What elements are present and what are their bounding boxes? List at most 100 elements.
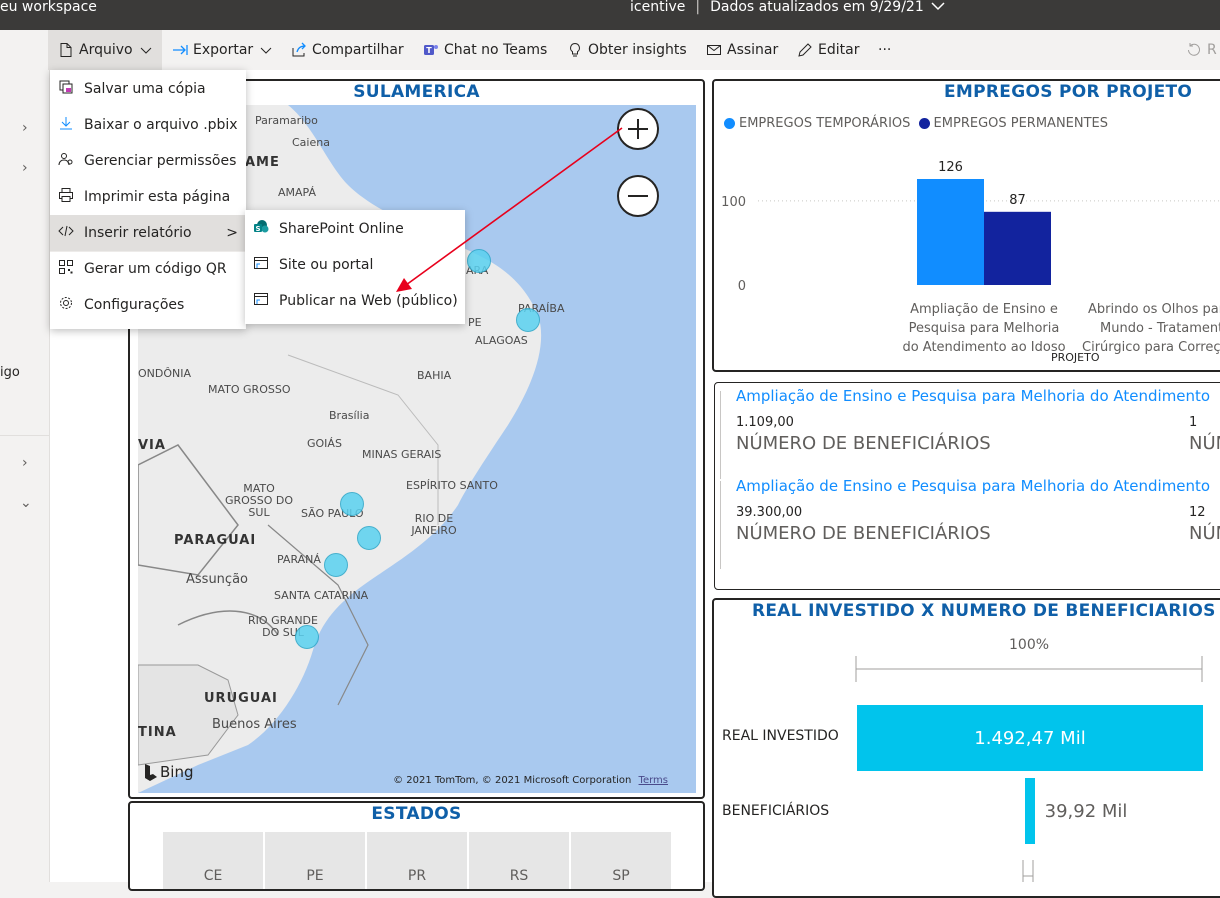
gear-icon: [58, 295, 74, 315]
states-visual[interactable]: ESTADOS CE PE PR RS SP: [128, 801, 705, 891]
share-button[interactable]: Compartilhar: [291, 30, 404, 70]
data-updated-label[interactable]: Dados atualizados em 9/29/21: [710, 0, 924, 15]
map-label: ESPÍRITO SANTO: [406, 479, 498, 492]
file-menu-item[interactable]: Gerar um código QR: [50, 251, 246, 287]
copyright-text: © 2021 TomTom, © 2021 Microsoft Corporat…: [393, 775, 632, 786]
minus-icon: [628, 195, 648, 197]
map-label: Buenos Aires: [212, 717, 297, 732]
zoom-in-button[interactable]: [617, 108, 659, 150]
jobs-chart-visual[interactable]: EMPREGOS POR PROJETO EMPREGOS TEMPORÁRIO…: [712, 79, 1220, 372]
file-menu-item-label: Baixar o arquivo .pbix: [84, 117, 238, 133]
website-icon: [253, 255, 269, 275]
funnel-row-label: REAL INVESTIDO: [722, 728, 839, 744]
workspace-name[interactable]: eu workspace: [0, 0, 97, 14]
embed-submenu-item[interactable]: Publicar na Web (público): [245, 283, 465, 319]
chart-legend: EMPREGOS TEMPORÁRIOS EMPREGOS PERMANENTE…: [724, 116, 1108, 131]
chevron-down-icon[interactable]: [930, 0, 946, 15]
reset-icon: [1188, 43, 1200, 56]
state-cell[interactable]: SP: [571, 832, 671, 889]
export-button[interactable]: Exportar: [172, 30, 274, 70]
category-line: Ampliação de Ensino e: [910, 302, 1058, 317]
report-name: icentive: [630, 0, 686, 15]
state-cell[interactable]: RS: [469, 832, 569, 889]
jobs-chart-title: EMPREGOS POR PROJETO: [944, 82, 1193, 102]
map-label: TINA: [138, 725, 177, 740]
more-options-button[interactable]: ···: [878, 30, 891, 70]
chevron-down-icon[interactable]: ⌄: [20, 495, 32, 511]
map-label: PARANÁ: [277, 553, 321, 566]
file-menu-item[interactable]: Inserir relatório >: [50, 215, 246, 251]
funnel-bar-invested[interactable]: 1.492,47 Mil: [857, 705, 1203, 771]
share-icon: [292, 42, 306, 57]
map-bubble[interactable]: [516, 308, 540, 332]
embed-submenu-item[interactable]: S SharePoint Online: [245, 211, 465, 247]
file-menu-item-label: Configurações: [84, 297, 185, 313]
insights-button[interactable]: Obter insights: [567, 30, 687, 70]
state-cell[interactable]: PR: [367, 832, 467, 889]
funnel-bar-value-outside: 39,92 Mil: [1044, 801, 1128, 822]
svg-text:S: S: [255, 225, 260, 233]
map-bubble[interactable]: [295, 625, 319, 649]
chevron-down-icon: [140, 47, 151, 54]
map-label: GOIÁS: [307, 437, 342, 450]
kpi-visual[interactable]: Ampliação de Ensino e Pesquisa para Melh…: [714, 382, 1220, 590]
funnel-visual[interactable]: REAL INVESTIDO X NUMERO DE BENEFICIARIOS…: [712, 598, 1220, 898]
funnel-title: REAL INVESTIDO X NUMERO DE BENEFICIARIOS: [752, 601, 1216, 621]
edit-button[interactable]: Editar: [797, 30, 859, 70]
map-copyright: © 2021 TomTom, © 2021 Microsoft Corporat…: [393, 775, 668, 786]
edit-label: Editar: [818, 42, 860, 58]
map-bubble[interactable]: [340, 492, 364, 516]
map-bubble[interactable]: [357, 526, 381, 550]
chevron-right-icon[interactable]: ›: [22, 120, 28, 136]
insights-label: Obter insights: [588, 42, 687, 58]
export-arrow-icon: [173, 45, 188, 55]
funnel-bar-beneficiaries[interactable]: [1025, 778, 1035, 844]
page-label-fragment[interactable]: igo: [0, 365, 20, 380]
sharepoint-icon: S: [253, 219, 269, 239]
map-label: Assunção: [186, 572, 248, 587]
map-label: Paramaribo: [255, 114, 318, 127]
file-menu-item[interactable]: Imprimir esta página: [50, 179, 246, 215]
print-icon: [58, 187, 74, 207]
file-menu-item-label: Gerar um código QR: [84, 261, 227, 277]
publish-web-icon: [253, 291, 269, 311]
funnel-range-bracket: [855, 656, 1203, 682]
zoom-out-button[interactable]: [617, 175, 659, 217]
embed-submenu-item[interactable]: Site ou portal: [245, 247, 465, 283]
pane-divider: [0, 435, 50, 436]
share-label: Compartilhar: [312, 42, 404, 58]
state-cell[interactable]: PE: [265, 832, 365, 889]
map-bubble[interactable]: [324, 553, 348, 577]
teams-icon: T: [424, 45, 438, 55]
file-menu-item[interactable]: Baixar o arquivo .pbix: [50, 107, 246, 143]
terms-link[interactable]: Terms: [639, 775, 668, 786]
subscribe-label: Assinar: [727, 42, 779, 58]
legend-label: EMPREGOS TEMPORÁRIOS: [739, 116, 911, 131]
file-menu-item[interactable]: Salvar uma cópia: [50, 71, 246, 107]
category-line: Mundo - Tratament: [1100, 321, 1220, 336]
kpi-label: NÚMERO DE BENEFICIÁRIOS: [736, 433, 991, 454]
reset-button[interactable]: R: [1186, 30, 1217, 70]
category-line: Abrindo os Olhos par: [1088, 302, 1220, 317]
chevron-right-icon[interactable]: ›: [22, 160, 28, 176]
pages-pane: › › igo › ⌄: [0, 70, 50, 882]
submenu-chevron-icon: >: [226, 225, 238, 241]
more-options-label: ···: [878, 42, 892, 58]
chevron-right-icon[interactable]: ›: [22, 455, 28, 471]
map-label: BAHIA: [417, 369, 452, 382]
bar-temporary[interactable]: [917, 179, 984, 285]
file-menu-item[interactable]: Gerenciar permissões: [50, 143, 246, 179]
bar-permanent[interactable]: [984, 211, 1051, 285]
map-label: AME: [245, 155, 280, 170]
teams-chat-button[interactable]: T Chat no Teams: [423, 30, 547, 70]
data-label: 87: [1009, 193, 1026, 208]
kpi-label: NÚMERO DE BENEFICIÁRIOS: [736, 523, 991, 544]
map-bubble[interactable]: [467, 249, 491, 273]
file-menu-item[interactable]: Configurações: [50, 287, 246, 323]
chevron-down-icon: [260, 47, 272, 54]
state-cell[interactable]: CE: [163, 832, 263, 889]
y-tick-label: 0: [738, 279, 746, 294]
legend-label: EMPREGOS PERMANENTES: [933, 116, 1109, 131]
file-menu-button[interactable]: Arquivo: [48, 30, 162, 70]
subscribe-button[interactable]: Assinar: [706, 30, 778, 70]
